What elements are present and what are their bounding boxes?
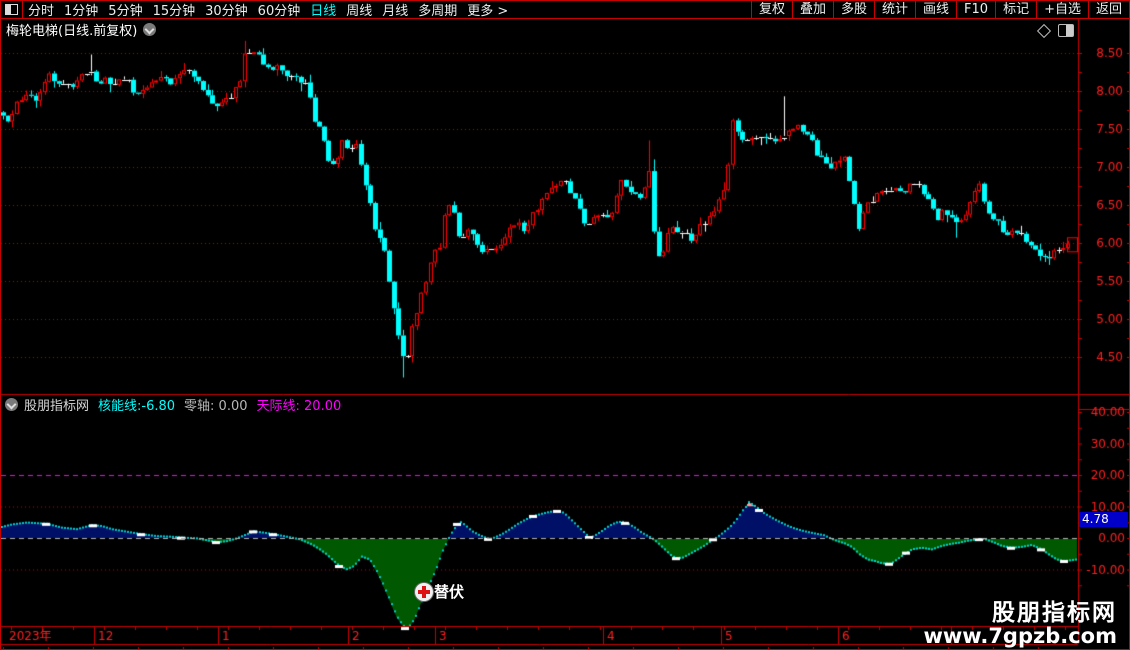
add-watchlist-button[interactable]: +自选 [1036, 1, 1088, 18]
diamond-icon[interactable] [1036, 23, 1052, 38]
signal-marker: 替伏 [415, 581, 464, 602]
period-minute[interactable]: 分时 [23, 1, 59, 19]
indicator-line2-value: 零轴: 0.00 [184, 399, 248, 414]
window-pane-icon[interactable] [1058, 24, 1074, 37]
overlay-button[interactable]: 叠加 [791, 1, 833, 18]
watermark-site-url: www.7gpzb.com [923, 623, 1117, 648]
f10-button[interactable]: F10 [956, 1, 995, 18]
indicator-source-label: 股朋指标网 [24, 399, 90, 414]
split-view-icon [5, 4, 18, 15]
adjust-button[interactable]: 复权 [750, 1, 792, 18]
period-monthly[interactable]: 月线 [377, 1, 413, 19]
indicator-line3-value: 天际线: 20.00 [256, 399, 342, 414]
layout-toggle-button[interactable] [1, 1, 23, 18]
draw-line-button[interactable]: 画线 [915, 1, 956, 18]
period-more[interactable]: 更多 > [462, 1, 513, 19]
period-15min[interactable]: 15分钟 [148, 1, 201, 19]
period-30min[interactable]: 30分钟 [200, 1, 253, 19]
period-5min[interactable]: 5分钟 [103, 1, 147, 19]
stats-button[interactable]: 统计 [874, 1, 915, 18]
panel-chevron-icon[interactable] [5, 398, 18, 411]
signal-marker-label: 替伏 [434, 583, 465, 601]
period-60min[interactable]: 60分钟 [253, 1, 306, 19]
watermark-site-name: 股朋指标网 [992, 600, 1117, 627]
multi-stock-button[interactable]: 多股 [832, 1, 874, 18]
chevron-down-icon[interactable] [143, 23, 157, 36]
chart-canvas[interactable] [1, 1, 1129, 649]
medical-cross-icon [415, 582, 433, 601]
period-daily[interactable]: 日线 [305, 1, 341, 19]
period-weekly[interactable]: 周线 [341, 1, 377, 19]
period-1min[interactable]: 1分钟 [59, 1, 103, 19]
mark-button[interactable]: 标记 [995, 1, 1036, 18]
period-multi[interactable]: 多周期 [413, 1, 462, 19]
app-window: 分时 1分钟 5分钟 15分钟 30分钟 60分钟 日线 周线 月线 多周期 更… [0, 0, 1130, 650]
watermark: 股朋指标网 www.7gpzb.com [923, 600, 1117, 648]
top-toolbar: 分时 1分钟 5分钟 15分钟 30分钟 60分钟 日线 周线 月线 多周期 更… [1, 1, 1129, 19]
right-buttons: 复权 叠加 多股 统计 画线 F10 标记 +自选 返回 [750, 1, 1129, 18]
title-bar: 梅轮电梯(日线.前复权) [1, 21, 157, 39]
indicator-header: 股朋指标网 核能线:-6.80 零轴: 0.00 天际线: 20.00 [5, 397, 350, 414]
page-title: 梅轮电梯(日线.前复权) [6, 24, 138, 39]
period-menu: 分时 1分钟 5分钟 15分钟 30分钟 60分钟 日线 周线 月线 多周期 更… [23, 1, 513, 19]
title-bar-icons [1036, 23, 1074, 38]
back-button[interactable]: 返回 [1087, 1, 1129, 18]
indicator-value-badge: 4.78 [1079, 512, 1128, 527]
indicator-line1-value: 核能线:-6.80 [98, 399, 176, 414]
